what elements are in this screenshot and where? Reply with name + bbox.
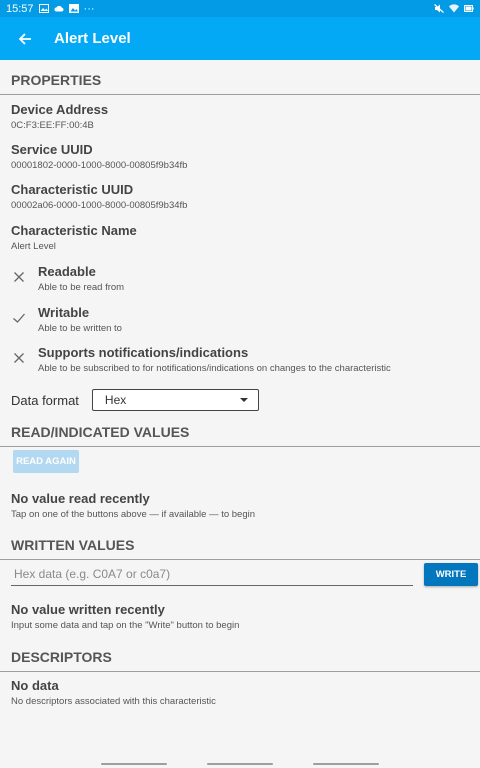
cross-icon — [14, 272, 24, 282]
characteristic-name-value: Alert Level — [11, 241, 56, 252]
capability-desc: Able to be read from — [38, 282, 125, 293]
service-uuid: Service UUID 00001802-0000-1000-8000-008… — [0, 142, 480, 171]
capability-notifications: Supports notifications/indications Able … — [0, 345, 480, 374]
system-nav-bar — [0, 760, 480, 768]
read-values-header: READ/INDICATED VALUES — [11, 424, 190, 440]
data-format-value: Hex — [104, 393, 127, 407]
written-values-divider — [0, 559, 480, 560]
hex-data-input[interactable] — [11, 563, 413, 586]
write-empty-desc: Input some data and tap on the "Write" b… — [11, 620, 240, 631]
data-format-label: Data format — [11, 392, 79, 408]
nav-handle[interactable] — [101, 763, 167, 765]
capability-desc: Able to be subscribed to for notificatio… — [38, 363, 391, 374]
read-empty-state: No value read recently Tap on one of the… — [0, 491, 480, 520]
image-icon — [38, 4, 49, 13]
descriptors-empty-title: No data — [11, 678, 59, 693]
characteristic-uuid-label: Characteristic UUID — [11, 182, 134, 197]
descriptors-header: DESCRIPTORS — [11, 649, 112, 665]
nav-handle[interactable] — [313, 763, 379, 765]
app-bar: Alert Level — [0, 17, 480, 60]
written-values-section: WRITTEN VALUES — [0, 537, 480, 560]
service-uuid-value: 00001802-0000-1000-8000-00805f9b34fb — [11, 160, 188, 171]
capability-title: Supports notifications/indications — [38, 345, 249, 360]
photo-icon — [68, 4, 79, 13]
check-icon — [13, 313, 25, 323]
characteristic-details[interactable]: PROPERTIES Device Address 0C:F3:EE:FF:00… — [0, 60, 480, 768]
wifi-icon — [449, 4, 459, 13]
device-address-value: 0C:F3:EE:FF:00:4B — [11, 120, 94, 131]
capability-desc: Able to be written to — [38, 323, 122, 334]
characteristic-uuid-value: 00002a06-0000-1000-8000-00805f9b34fb — [11, 200, 188, 211]
read-again-button[interactable]: READ AGAIN — [13, 450, 79, 473]
data-format-select[interactable]: Hex — [91, 389, 259, 411]
mute-icon — [434, 4, 444, 13]
status-time: 15:57 — [6, 2, 34, 15]
capability-readable: Readable Able to be read from — [0, 264, 480, 293]
read-empty-desc: Tap on one of the buttons above — if ava… — [11, 509, 255, 520]
read-empty-title: No value read recently — [11, 491, 150, 506]
read-values-divider — [0, 446, 480, 447]
status-more: ··· — [83, 2, 95, 15]
write-row: WRITE — [0, 563, 480, 586]
status-right — [434, 4, 474, 13]
characteristic-name-label: Characteristic Name — [11, 223, 137, 238]
write-empty-title: No value written recently — [11, 602, 165, 617]
read-again-wrapper: READ AGAIN — [13, 450, 79, 473]
properties-divider — [0, 94, 480, 95]
capability-writable: Writable Able to be written to — [0, 305, 480, 334]
read-values-section: READ/INDICATED VALUES — [0, 424, 480, 447]
data-format-row: Data format Hex — [0, 389, 480, 411]
write-button[interactable]: WRITE — [424, 563, 478, 586]
descriptors-section: DESCRIPTORS — [0, 649, 480, 672]
properties-header: PROPERTIES — [11, 72, 102, 88]
written-values-header: WRITTEN VALUES — [11, 537, 135, 553]
write-empty-state: No value written recently Input some dat… — [0, 602, 480, 631]
descriptors-empty-state: No data No descriptors associated with t… — [0, 678, 480, 707]
service-uuid-label: Service UUID — [11, 142, 93, 157]
capability-title: Writable — [38, 305, 90, 320]
back-button[interactable] — [14, 28, 36, 50]
status-left: 15:57 ··· — [6, 3, 95, 15]
nav-handle[interactable] — [207, 763, 273, 765]
status-bar: 15:57 ··· — [0, 0, 480, 17]
device-address-label: Device Address — [11, 102, 109, 117]
characteristic-uuid: Characteristic UUID 00002a06-0000-1000-8… — [0, 182, 480, 211]
arrow-back-icon — [18, 32, 31, 45]
properties-section: PROPERTIES — [0, 72, 480, 95]
cross-icon — [14, 353, 24, 363]
characteristic-name: Characteristic Name Alert Level — [0, 223, 480, 252]
dropdown-caret-icon — [239, 398, 248, 402]
device-address: Device Address 0C:F3:EE:FF:00:4B — [0, 102, 480, 131]
cloud-icon — [54, 5, 63, 12]
page-title: Alert Level — [54, 30, 131, 47]
descriptors-divider — [0, 671, 480, 672]
capability-title: Readable — [38, 264, 96, 279]
battery-icon — [464, 5, 474, 12]
descriptors-empty-desc: No descriptors associated with this char… — [11, 696, 216, 707]
